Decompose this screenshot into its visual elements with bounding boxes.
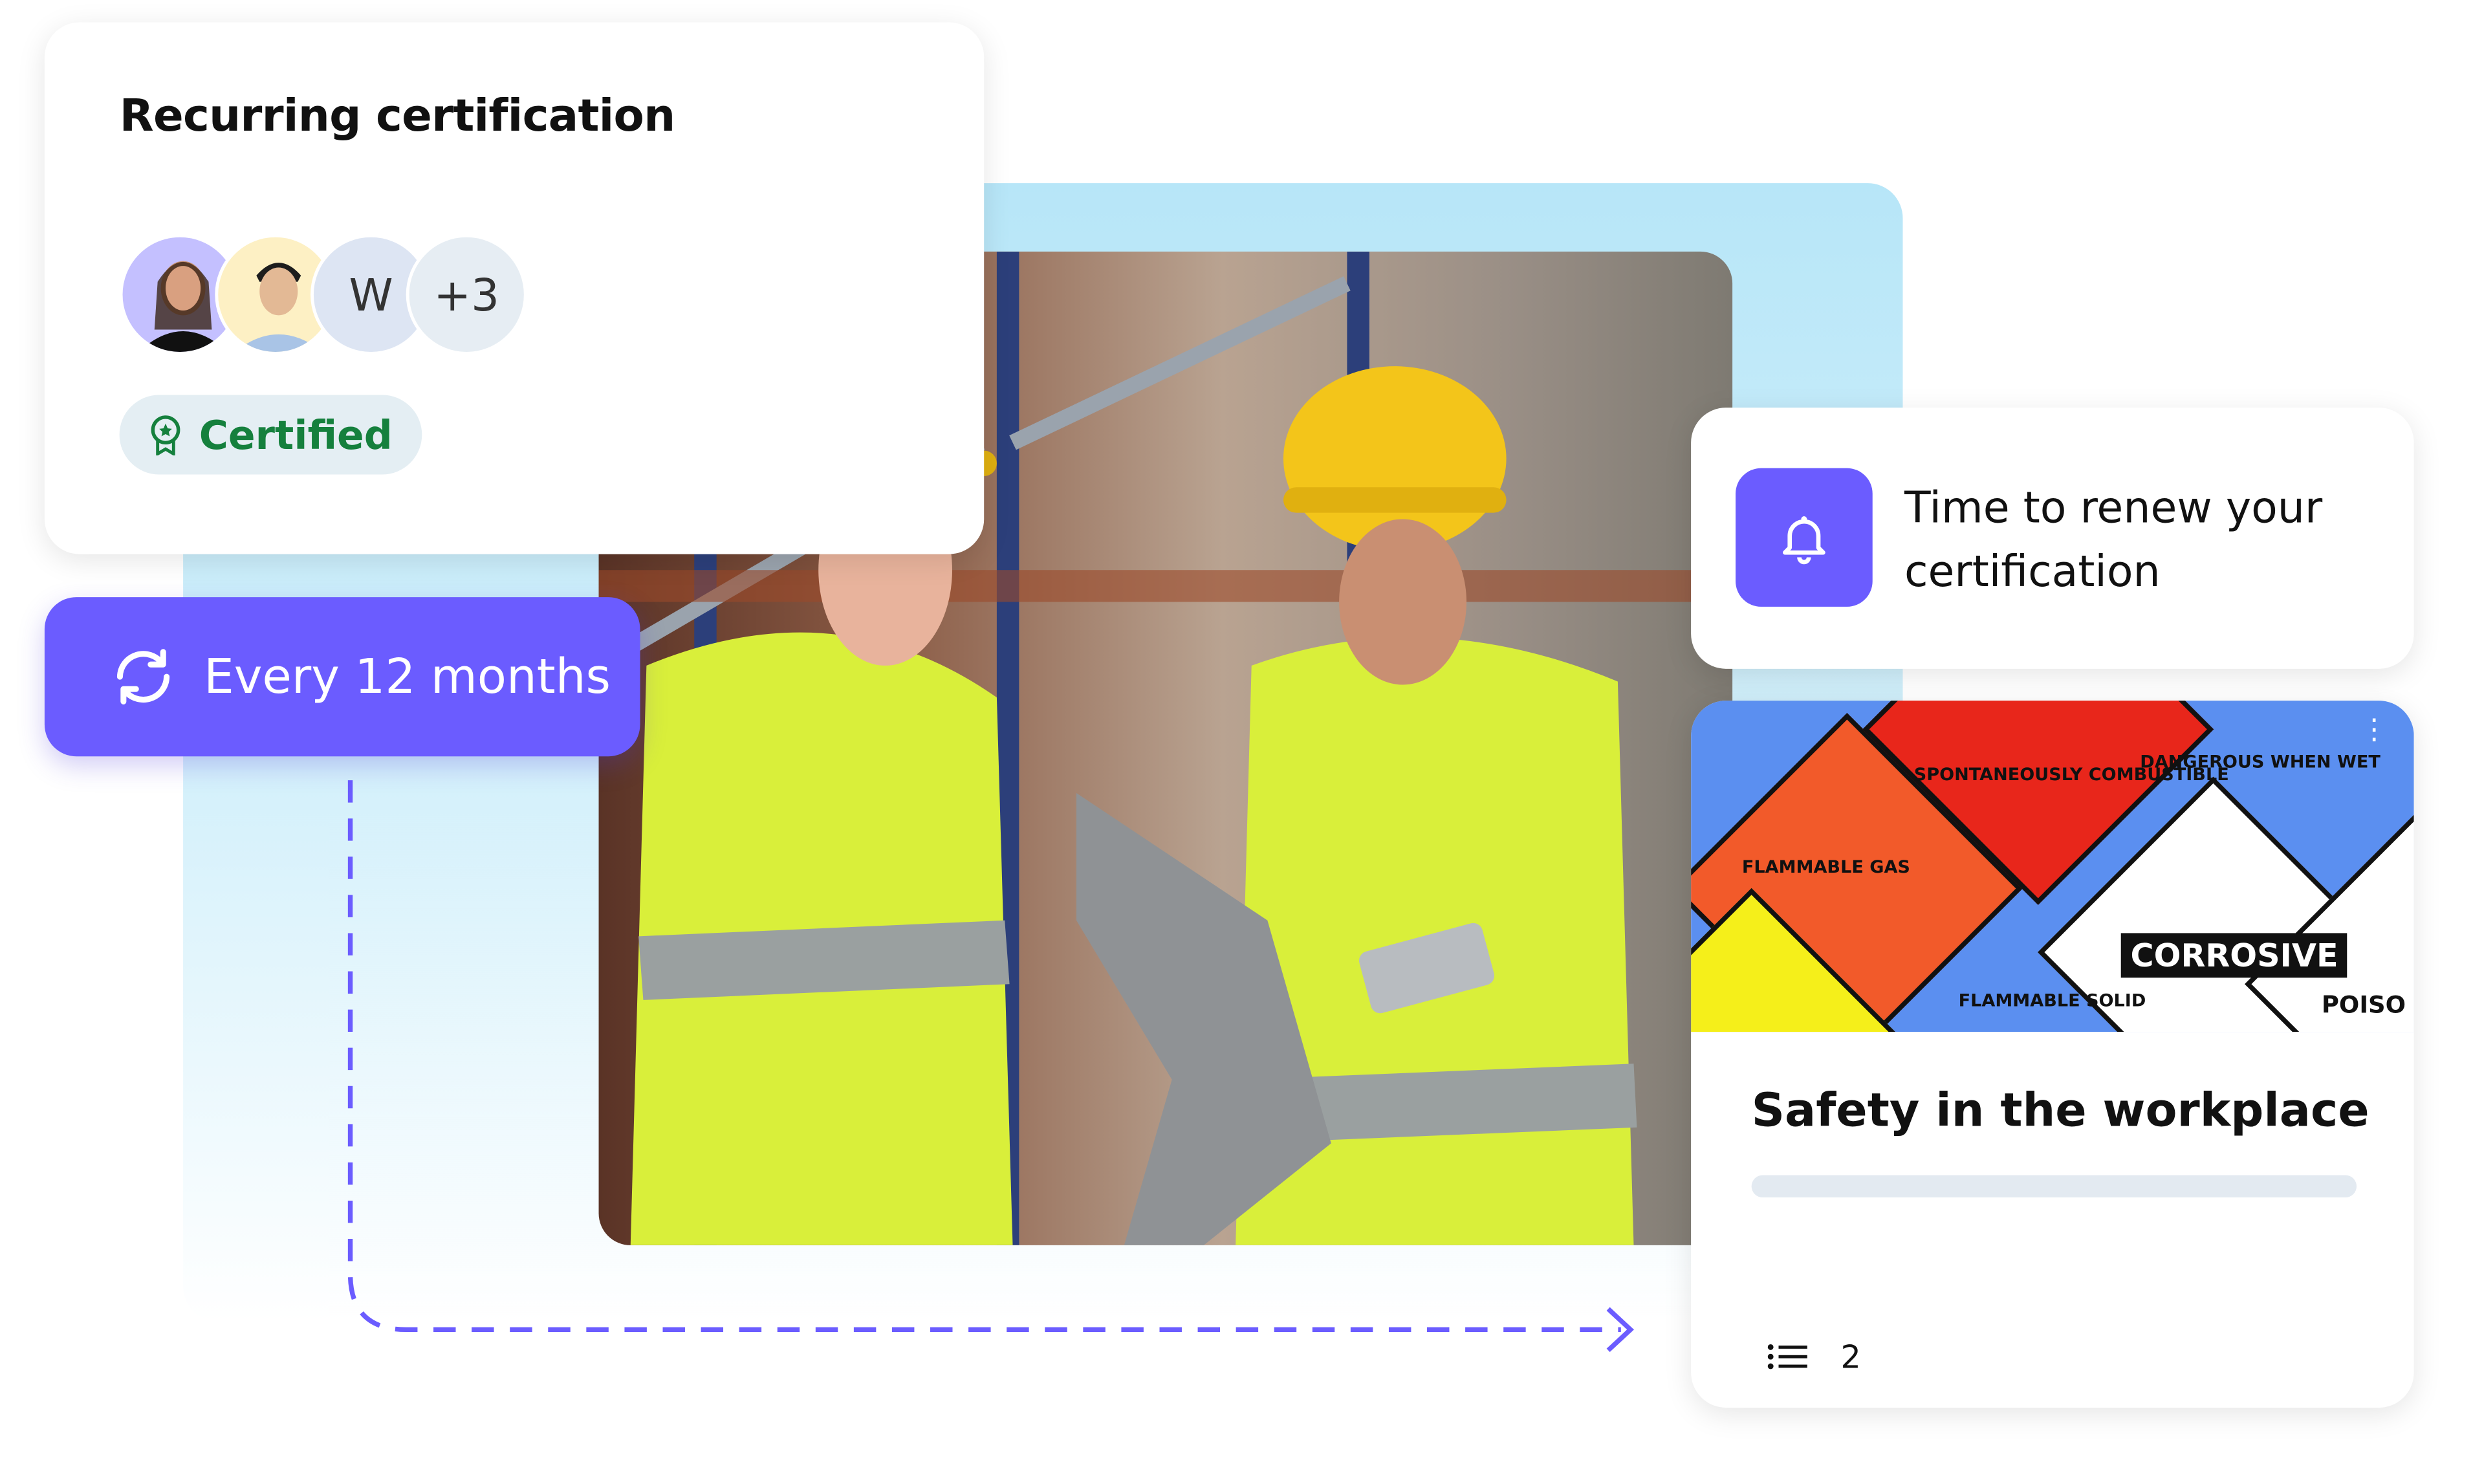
status-badge-label: Certified xyxy=(199,411,393,458)
avatar-overflow-count[interactable]: +3 xyxy=(406,234,527,355)
hazard-label: FLAMMABLE SOLID xyxy=(1958,990,2146,1012)
refresh-icon xyxy=(116,649,170,705)
more-options-icon[interactable]: ⋮ xyxy=(2360,715,2388,744)
hazard-label: POISO xyxy=(2321,990,2406,1020)
renewal-notification[interactable]: Time to renew your certification xyxy=(1691,408,2414,669)
notification-line-2: certification xyxy=(1904,547,2161,598)
award-icon xyxy=(151,415,180,455)
course-progress-bar xyxy=(1751,1175,2357,1198)
hazard-label: CORROSIVE xyxy=(2120,933,2348,978)
hazard-label: DANGEROUS WHEN WET xyxy=(2140,751,2380,772)
status-badge: Certified xyxy=(119,395,422,475)
notification-text: Time to renew your certification xyxy=(1904,477,2322,605)
hazard-label: FLAMMABLE GAS xyxy=(1741,857,1910,878)
course-card[interactable]: SPONTANEOUSLY COMBUSTIBLE FLAMMABLE GAS … xyxy=(1691,701,2414,1408)
recurrence-interval-button[interactable]: Every 12 months xyxy=(44,597,640,757)
recurring-certification-card: Recurring certification W +3 Certified xyxy=(44,22,985,554)
course-title: Safety in the workplace xyxy=(1751,1082,2370,1137)
lessons-count: 2 xyxy=(1767,1338,1861,1376)
bell-icon xyxy=(1736,468,1873,607)
recurrence-interval-label: Every 12 months xyxy=(204,649,611,705)
lessons-count-value: 2 xyxy=(1840,1337,1861,1376)
hazard-signs-image: SPONTANEOUSLY COMBUSTIBLE FLAMMABLE GAS … xyxy=(1691,701,2414,1032)
notification-line-1: Time to renew your xyxy=(1904,484,2323,534)
list-icon xyxy=(1767,1344,1807,1369)
card-title: Recurring certification xyxy=(119,89,676,142)
